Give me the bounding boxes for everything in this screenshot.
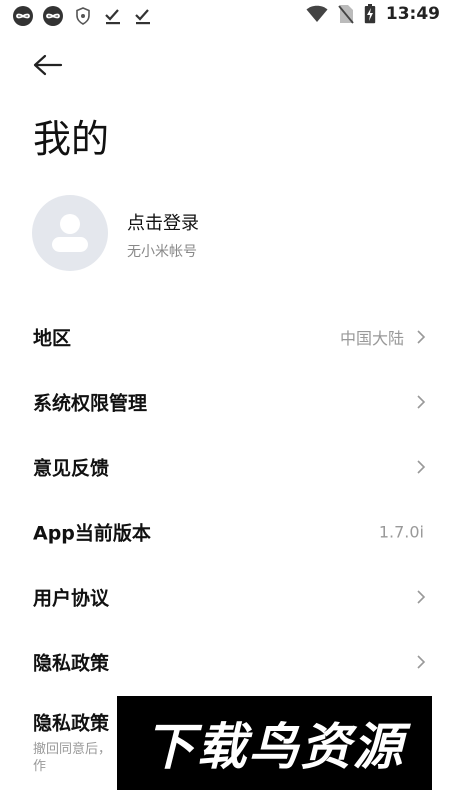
menu-item-permissions[interactable]: 系统权限管理: [0, 370, 450, 434]
watermark-banner: 下载鸟资源: [117, 696, 432, 790]
notification-icons: [12, 5, 154, 27]
chevron-right-icon: [417, 655, 426, 669]
menu-item-feedback[interactable]: 意见反馈: [0, 435, 450, 499]
chevron-right-icon: [417, 460, 426, 474]
no-sim-icon: [338, 5, 354, 24]
status-bar: 13:49: [0, 0, 450, 32]
chevron-right-icon: [417, 590, 426, 604]
menu-item-label: 意见反馈: [33, 457, 110, 480]
region-value: 中国大陆: [339, 329, 404, 348]
check-download-icon: [132, 5, 154, 27]
menu-item-label: 系统权限管理: [33, 392, 148, 415]
back-arrow-icon: [33, 54, 63, 76]
watermark-text: 下载鸟资源: [144, 718, 405, 776]
avatar[interactable]: [32, 195, 108, 271]
menu-item-label: 地区: [33, 327, 72, 350]
privacy-revoke-description: 撤回同意后，作: [33, 742, 112, 774]
menu-item-label: 隐私政策: [33, 712, 110, 735]
menu-item-privacy-policy[interactable]: 隐私政策: [0, 630, 450, 694]
menu-item-user-agreement[interactable]: 用户协议: [0, 565, 450, 629]
menu-item-app-version: App当前版本 1.7.0i: [0, 500, 450, 564]
account-text: 无小米帐号: [127, 244, 197, 260]
chevron-right-icon: [417, 395, 426, 409]
user-icon: [52, 214, 88, 252]
login-profile[interactable]: 点击登录 无小米帐号: [32, 195, 422, 273]
menu-item-label: App当前版本: [33, 522, 151, 545]
menu-item-region[interactable]: 地区 中国大陆: [0, 305, 450, 369]
shield-icon: [72, 5, 94, 27]
infinity-icon: [42, 5, 64, 27]
chevron-right-icon: [417, 330, 426, 344]
menu-item-label: 用户协议: [33, 587, 110, 610]
infinity-icon: [12, 5, 34, 27]
back-button[interactable]: [32, 50, 68, 80]
status-time: 13:49: [385, 4, 440, 24]
menu-item-label: 隐私政策: [33, 652, 110, 675]
check-download-icon: [102, 5, 124, 27]
system-icons: 13:49: [306, 4, 440, 24]
battery-charging-icon: [364, 4, 376, 24]
wifi-icon: [306, 5, 328, 23]
version-value: 1.7.0i: [378, 522, 424, 542]
login-text[interactable]: 点击登录: [127, 209, 199, 235]
page-title: 我的: [33, 117, 110, 161]
